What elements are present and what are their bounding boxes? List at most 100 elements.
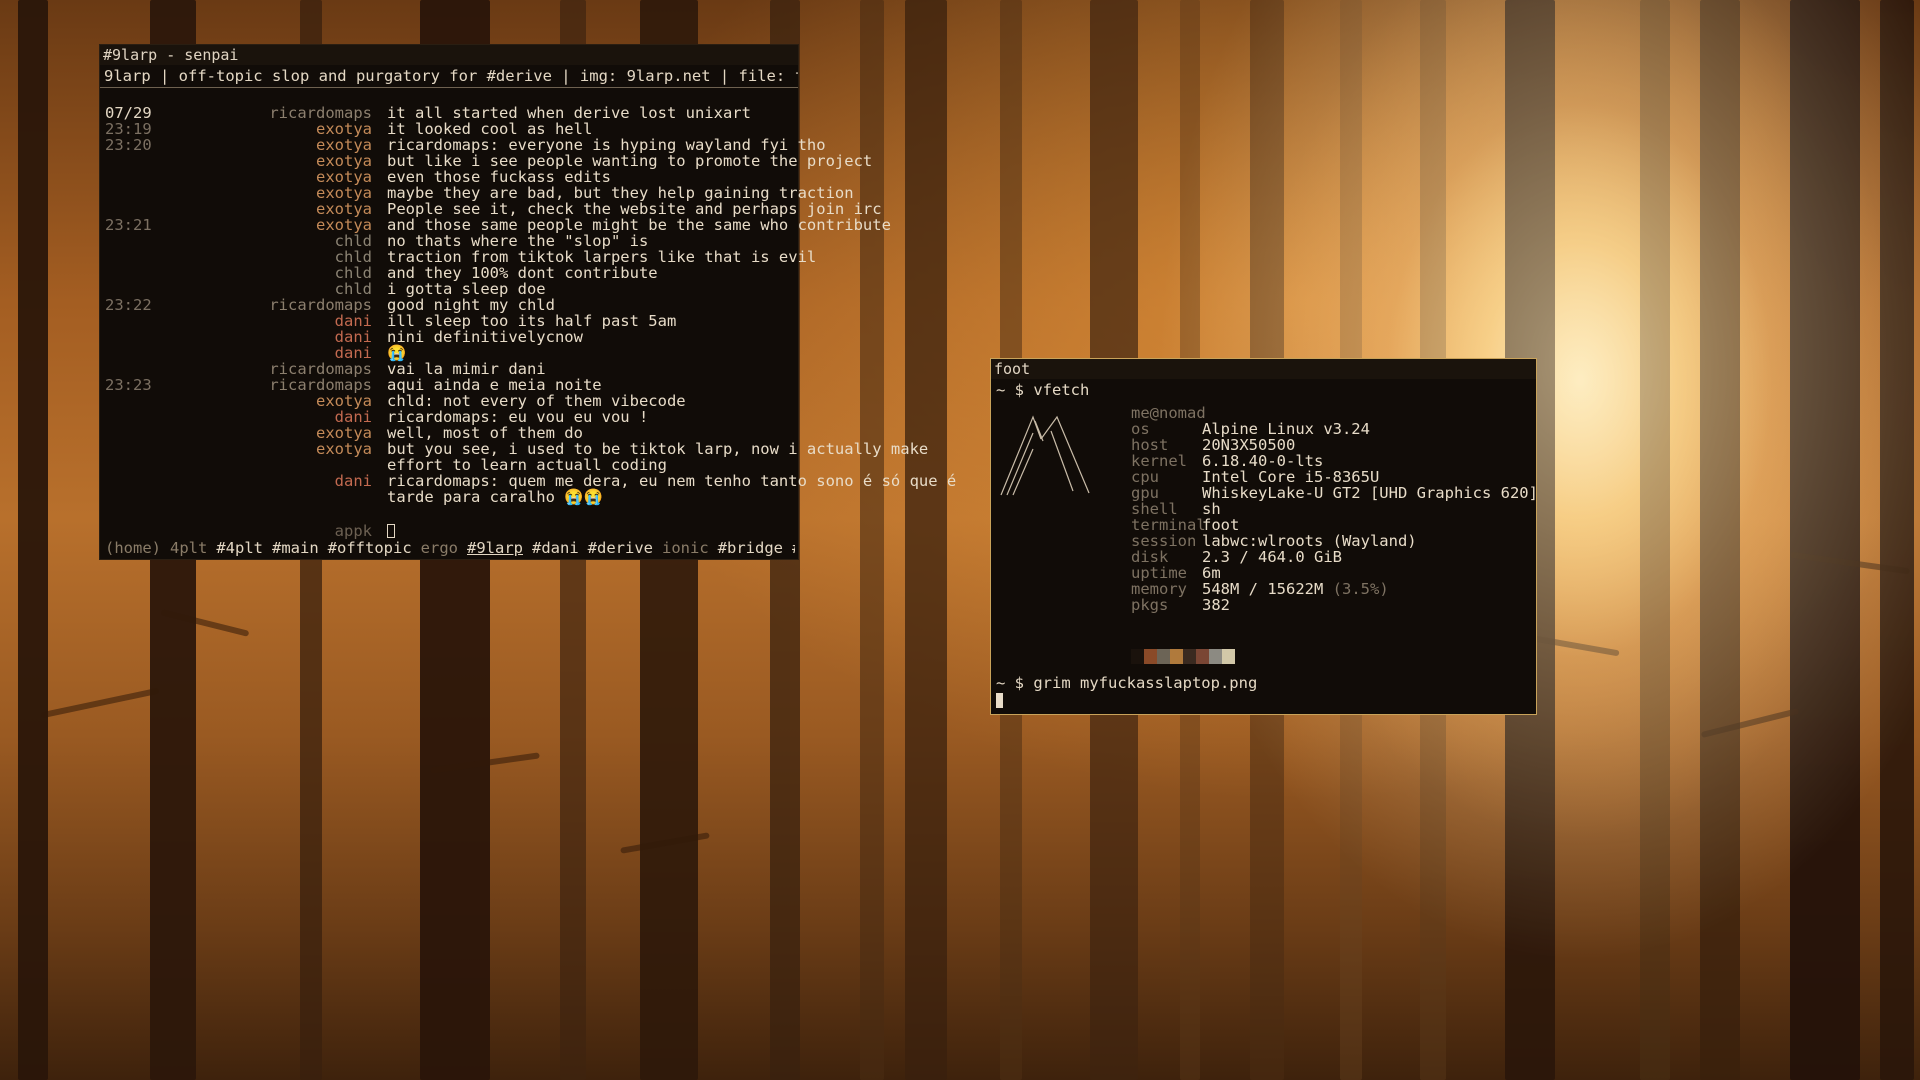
message-nick[interactable]: exotya	[180, 201, 372, 217]
channel-tab[interactable]: (home)	[105, 539, 161, 557]
message-nick[interactable]: exotya	[180, 217, 372, 233]
message-text: but you see, i used to be tiktok larp, n…	[387, 440, 929, 458]
message-nick[interactable]: dani	[180, 409, 372, 425]
channel-bar[interactable]: (home) 4plt #4plt #main #offtopic ergo #9larp #…	[105, 539, 795, 557]
channel-tab[interactable]: #bridge	[718, 539, 783, 557]
chat-message[interactable]: 23:19 exotya it looked cool as hell	[100, 121, 798, 137]
chat-message[interactable]: exotya but you see, i used to be tiktok l…	[100, 441, 928, 457]
message-nick[interactable]: exotya	[180, 393, 372, 409]
message-text: good night my chld	[387, 296, 555, 314]
message-text: chld: not every of them vibecode	[387, 392, 686, 410]
message-text: ill sleep too its half past 5am	[387, 312, 677, 330]
channel-tab[interactable]: 4plt	[170, 539, 207, 557]
channel-tab[interactable]: ergo	[421, 539, 458, 557]
channel-tab[interactable]: #dani	[532, 539, 579, 557]
chat-message[interactable]: chld i gotta sleep doe	[100, 281, 798, 297]
channel-tab[interactable]: ionic	[662, 539, 709, 557]
irc-client-window[interactable]: #9larp - senpai 9larp | off-topic slop a…	[99, 44, 957, 560]
channel-tab[interactable]: #main	[272, 539, 319, 557]
info-value: 6.18.40-0-lts	[1202, 453, 1323, 469]
info-value: foot	[1202, 517, 1239, 533]
chat-message[interactable]: dani ricardomaps: eu vou eu vou !	[100, 409, 798, 425]
chat-message[interactable]: 23:22 ricardomaps good night my chld	[100, 297, 798, 313]
message-nick[interactable]: exotya	[180, 185, 372, 201]
message-nick[interactable]: dani	[180, 329, 372, 345]
message-text: well, most of them do	[387, 424, 583, 442]
message-input[interactable]: appk	[100, 523, 798, 539]
message-nick[interactable]: exotya	[180, 121, 372, 137]
alpine-mountain-logo	[1000, 415, 1090, 496]
message-nick[interactable]: dani	[180, 345, 372, 361]
message-text: but like i see people wanting to promote…	[387, 152, 873, 170]
chat-message[interactable]: exotya chld: not every of them vibecode	[100, 393, 798, 409]
message-nick[interactable]: ricardomaps	[180, 377, 372, 393]
message-nick[interactable]: chld	[180, 265, 372, 281]
message-nick[interactable]: exotya	[180, 137, 372, 153]
info-value: labwc:wlroots (Wayland)	[1202, 533, 1417, 549]
chat-message[interactable]: exotya even those fuckass edits	[100, 169, 798, 185]
message-text: it looked cool as hell	[387, 120, 593, 138]
palette-swatch	[1183, 649, 1196, 664]
channel-tab[interactable]: #9larp	[467, 539, 523, 557]
info-value: 2.3 / 464.0 GiB	[1202, 549, 1342, 565]
message-text: aqui ainda e meia noite	[387, 376, 602, 394]
chat-message[interactable]: exotya People see it, check the website a…	[100, 201, 882, 217]
channel-tab[interactable]: #derive	[588, 539, 653, 557]
message-nick[interactable]: exotya	[180, 441, 372, 457]
channel-topic: 9larp | off-topic slop and purgatory for…	[100, 65, 798, 88]
message-text: even those fuckass edits	[387, 168, 611, 186]
message-nick[interactable]: exotya	[180, 425, 372, 441]
chat-message[interactable]: dani nini definitivelycnow	[100, 329, 798, 345]
chat-message[interactable]: 23:21 exotya and those same people might b…	[100, 216, 891, 234]
message-nick[interactable]: chld	[180, 249, 372, 265]
message-text: no thats where the "slop" is	[387, 232, 649, 250]
chat-message[interactable]: chld no thats where the "slop" is	[100, 233, 798, 249]
chat-message[interactable]: effort to learn actuall coding	[100, 457, 798, 473]
message-nick[interactable]: ricardomaps	[180, 105, 372, 121]
palette-swatch	[1144, 649, 1157, 664]
chat-message[interactable]: dani ill sleep too its half past 5am	[100, 313, 798, 329]
info-key: memory	[1131, 580, 1187, 598]
message-nick[interactable]: ricardomaps	[180, 297, 372, 313]
message-nick[interactable]: dani	[180, 313, 372, 329]
chat-message[interactable]: 23:20 exotya ricardomaps: everyone is hypi…	[100, 137, 826, 153]
info-value: Intel Core i5-8365U	[1202, 469, 1379, 485]
channel-tab[interactable]: #offtopic	[328, 539, 412, 557]
channel-tab[interactable]: #4plt	[216, 539, 263, 557]
message-text: vai la mimir dani	[387, 360, 546, 378]
message-text: maybe they are bad, but they help gainin…	[387, 184, 854, 202]
info-key: host	[1131, 436, 1169, 454]
message-timestamp: 23:21	[105, 216, 152, 234]
chat-message[interactable]: tarde para caralho 😭😭	[100, 489, 798, 505]
chat-message[interactable]: exotya but like i see people wanting to p…	[100, 153, 872, 169]
foot-terminal-window[interactable]: foot ~ $ vfetch me@nomad os Alpine Linux …	[990, 358, 1538, 715]
message-nick[interactable]: dani	[180, 473, 372, 489]
chat-message[interactable]: chld and they 100% dont contribute	[100, 265, 798, 281]
info-key: shell	[1131, 500, 1178, 518]
chat-message[interactable]: 23:23 ricardomaps aqui ainda e meia noite	[100, 377, 798, 393]
message-text: i gotta sleep doe	[387, 280, 546, 298]
chat-message[interactable]: exotya maybe they are bad, but they help …	[100, 185, 854, 201]
message-buffer[interactable]: 07/29 ricardomaps it all started when deri…	[100, 105, 957, 505]
message-text: 😭	[387, 344, 407, 362]
message-text: ricardomaps: quem me dera, eu nem tenho …	[387, 472, 957, 490]
terminal-body[interactable]: ~ $ vfetch me@nomad os Alpine Linux v3.24…	[991, 379, 1538, 714]
channel-tab[interactable]: #general	[792, 539, 795, 557]
chat-message[interactable]: exotya well, most of them do	[100, 425, 798, 441]
chat-message[interactable]: 07/29 ricardomaps it all started when deri…	[100, 105, 798, 121]
info-key: pkgs	[1131, 596, 1169, 614]
info-value: 6m	[1202, 565, 1221, 581]
message-text: nini definitivelycnow	[387, 328, 583, 346]
chat-message[interactable]: dani ricardomaps: quem me dera, eu nem te…	[100, 473, 957, 489]
message-nick[interactable]: exotya	[180, 153, 372, 169]
message-nick[interactable]: chld	[180, 281, 372, 297]
message-nick[interactable]: chld	[180, 233, 372, 249]
chat-message[interactable]: chld traction from tiktok larpers like th…	[100, 249, 817, 265]
chat-message[interactable]: dani 😭	[100, 345, 798, 361]
message-timestamp: 23:19	[105, 120, 152, 138]
chat-message[interactable]: ricardomaps vai la mimir dani	[100, 361, 798, 377]
message-nick[interactable]: ricardomaps	[180, 361, 372, 377]
message-nick[interactable]: exotya	[180, 169, 372, 185]
info-value-text: 382	[1202, 596, 1230, 614]
info-value: WhiskeyLake-U GT2 [UHD Graphics 620]	[1202, 485, 1538, 501]
